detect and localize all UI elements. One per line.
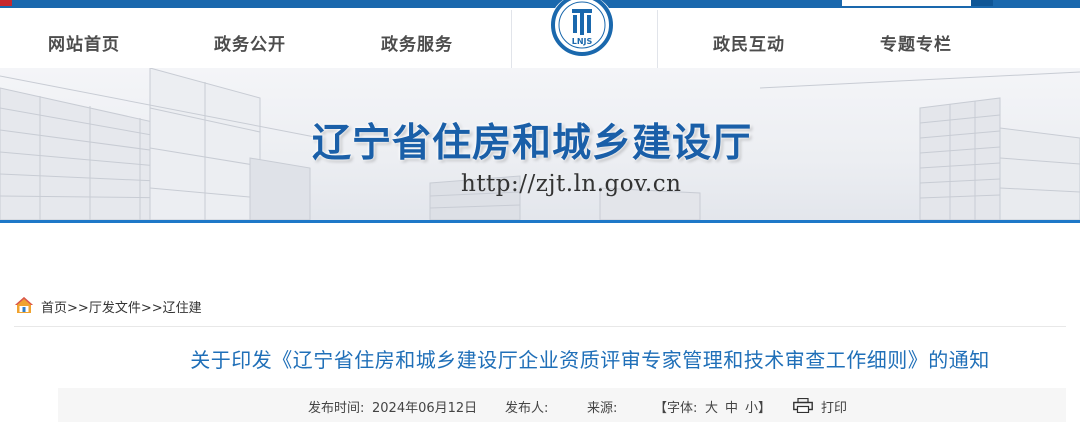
breadcrumb-separator: >> — [67, 301, 89, 316]
font-size-small-button[interactable]: 小 — [745, 397, 758, 416]
nav-item-gov-services[interactable]: 政务服务 — [381, 30, 453, 55]
font-size-bracket: 】 — [758, 401, 772, 416]
breadcrumb-home[interactable]: 首页 — [41, 301, 67, 316]
department-logo[interactable]: LNJS — [545, 0, 619, 60]
font-size-label: 【字体: — [654, 401, 698, 416]
printer-icon[interactable] — [793, 398, 813, 413]
site-title: 辽宁省住房和城乡建设厅 — [312, 120, 753, 166]
top-red-mark — [0, 0, 12, 6]
breadcrumb-section[interactable]: 厅发文件 — [89, 301, 141, 316]
font-size-large-button[interactable]: 大 — [705, 397, 718, 416]
logo-text: LNJS — [572, 37, 593, 46]
breadcrumb-separator: >> — [140, 301, 163, 316]
article-meta-bar: 发布时间: 2024年06月12日 发布人: 来源: 【字体: 大 中 小 】 … — [58, 388, 1066, 422]
source-label: 来源: — [587, 401, 618, 416]
breadcrumb-current[interactable]: 辽住建 — [163, 301, 202, 316]
search-input[interactable] — [842, 0, 970, 6]
font-size-medium-button[interactable]: 中 — [725, 397, 738, 416]
nav-item-special-topics[interactable]: 专题专栏 — [880, 30, 952, 55]
nav-item-home[interactable]: 网站首页 — [48, 30, 120, 55]
banner-divider — [0, 220, 1080, 223]
publish-time-label: 发布时间: — [308, 401, 365, 416]
nav-item-gov-affairs-open[interactable]: 政务公开 — [214, 30, 286, 55]
publish-date: 2024年06月12日 — [372, 401, 478, 416]
site-url[interactable]: http://zjt.ln.gov.cn — [461, 171, 681, 197]
article-title: 关于印发《辽宁省住房和城乡建设厅企业资质评审专家管理和技术审查工作细则》的通知 — [190, 348, 990, 372]
divider — [14, 326, 1066, 327]
print-button[interactable]: 打印 — [821, 397, 847, 416]
header-banner: 辽宁省住房和城乡建设厅 http://zjt.ln.gov.cn — [0, 68, 1080, 220]
nav-item-interaction[interactable]: 政民互动 — [713, 30, 785, 55]
publisher-label: 发布人: — [505, 401, 549, 416]
search-button[interactable] — [970, 0, 993, 6]
home-icon[interactable] — [14, 296, 34, 314]
